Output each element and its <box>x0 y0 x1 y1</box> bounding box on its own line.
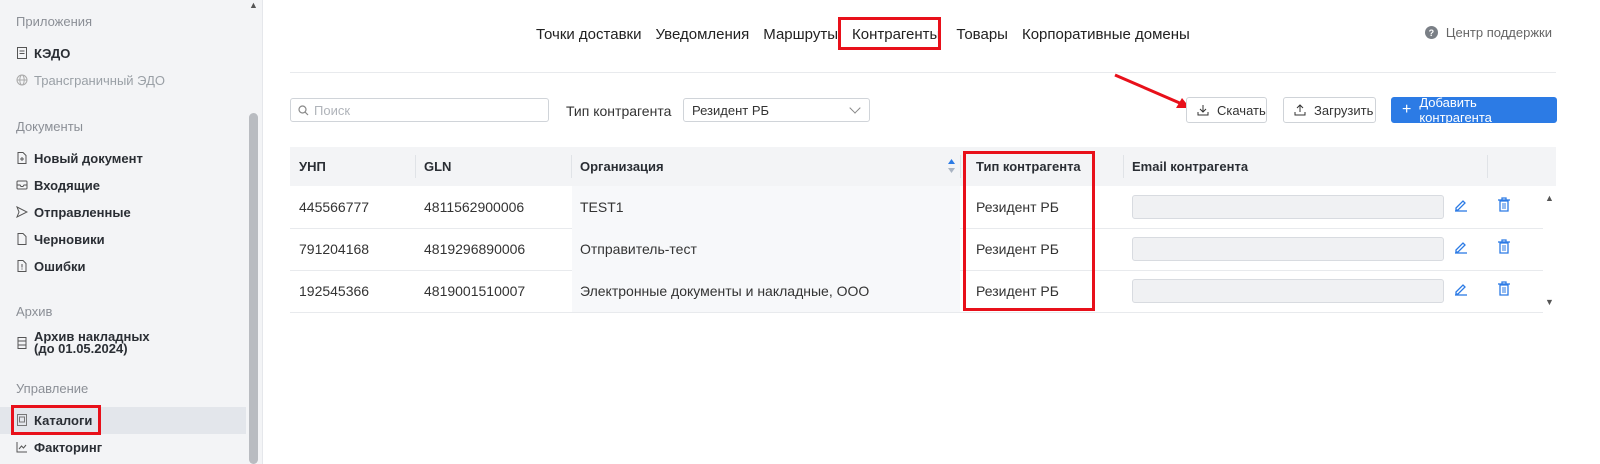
edit-icon[interactable] <box>1454 282 1468 301</box>
table-row[interactable]: 791204168 4819296890006 Отправитель-тест… <box>290 228 1543 271</box>
chart-icon <box>16 441 28 453</box>
column-separator <box>415 155 416 178</box>
cell-unp: 445566777 <box>299 199 370 215</box>
select-value: Резидент РБ <box>692 102 770 118</box>
cell-gln: 4819296890006 <box>424 241 526 257</box>
upload-button[interactable]: Загрузить <box>1283 97 1376 123</box>
chevron-down-icon <box>849 102 861 114</box>
inbox-icon <box>16 179 28 191</box>
upload-label: Загрузить <box>1314 102 1374 118</box>
column-header-organization[interactable]: Организация <box>580 159 664 174</box>
header-divider <box>290 72 1556 73</box>
tab-notifications[interactable]: Уведомления <box>655 24 749 46</box>
sidebar-section-management: Управление <box>16 381 89 396</box>
cell-organization: Отправитель-тест <box>580 241 697 257</box>
email-field[interactable] <box>1132 279 1444 303</box>
search-input[interactable]: Поиск <box>290 98 549 122</box>
cell-gln: 4811562900006 <box>424 199 525 215</box>
highlight-counterparties-tab <box>838 17 941 50</box>
add-counterparty-button[interactable]: + Добавить контрагента <box>1391 95 1557 125</box>
error-document-icon <box>16 260 28 272</box>
sidebar-item-errors[interactable]: Ошибки <box>16 254 85 278</box>
new-document-icon <box>16 152 28 164</box>
sidebar-item-archive[interactable]: Архив накладных (до 01.05.2024) <box>16 330 150 359</box>
delete-icon[interactable] <box>1497 281 1511 301</box>
edit-icon[interactable] <box>1454 240 1468 259</box>
sidebar-item-label: Новый документ <box>34 150 143 166</box>
draft-icon <box>16 233 28 245</box>
sidebar-item-label: Ошибки <box>34 258 86 274</box>
email-field[interactable] <box>1132 195 1444 219</box>
support-link[interactable]: ? Центр поддержки <box>1424 25 1552 40</box>
document-list-icon <box>16 47 28 59</box>
column-separator <box>1487 155 1488 178</box>
sidebar-item-label: Черновики <box>34 231 105 247</box>
table-header: УНП GLN Организация Тип контрагента Emai… <box>290 147 1556 186</box>
delete-icon[interactable] <box>1497 239 1511 259</box>
annotation-arrow <box>1114 73 1190 108</box>
download-icon <box>1197 104 1209 116</box>
tab-delivery-points[interactable]: Точки доставки <box>536 24 641 46</box>
column-header-gln[interactable]: GLN <box>424 159 451 174</box>
globe-icon <box>16 74 28 86</box>
sidebar-item-label-sub: (до 01.05.2024) <box>34 341 128 356</box>
counterparty-type-label: Тип контрагента <box>566 103 672 119</box>
scrollbar-thumb[interactable] <box>249 113 258 464</box>
column-separator <box>960 155 961 178</box>
sidebar-item-kedo[interactable]: КЭДО <box>16 41 70 65</box>
download-label: Скачать <box>1217 102 1266 118</box>
sidebar-item-drafts[interactable]: Черновики <box>16 227 105 251</box>
support-label: Центр поддержки <box>1445 25 1552 40</box>
table-row[interactable]: 445566777 4811562900006 TEST1 Резидент Р… <box>290 186 1543 229</box>
search-placeholder: Поиск <box>314 102 351 118</box>
cell-unp: 791204168 <box>299 241 370 257</box>
column-separator <box>571 155 572 178</box>
download-button[interactable]: Скачать <box>1186 97 1267 123</box>
delete-icon[interactable] <box>1497 197 1511 217</box>
counterparty-type-select[interactable]: Резидент РБ <box>683 98 870 122</box>
cell-organization: Электронные документы и накладные, ООО <box>580 283 870 299</box>
add-counterparty-label: Добавить контрагента <box>1419 95 1492 125</box>
highlight-counterparty-type-column <box>963 151 1095 311</box>
tab-goods[interactable]: Товары <box>956 24 1008 46</box>
sidebar-item-label: Трансграничный ЭДО <box>34 72 165 88</box>
cell-gln: 4819001510007 <box>424 283 526 299</box>
sidebar-item-label: Входящие <box>34 177 100 193</box>
tab-routes[interactable]: Маршруты <box>763 24 838 46</box>
sidebar-item-new-document[interactable]: Новый документ <box>16 146 143 170</box>
search-icon <box>298 104 309 116</box>
sidebar-item-cross-border[interactable]: Трансграничный ЭДО <box>16 68 165 92</box>
upload-icon <box>1294 104 1306 116</box>
sidebar-item-factoring[interactable]: Факторинг <box>16 435 102 459</box>
cell-organization: TEST1 <box>580 199 624 215</box>
archive-icon <box>16 337 28 349</box>
sidebar-section-archive: Архив <box>16 304 53 319</box>
sidebar-item-label: Отправленные <box>34 204 131 220</box>
sidebar-scrollbar[interactable]: ▲ <box>247 0 263 464</box>
table-scroll-down-icon[interactable]: ▼ <box>1545 297 1554 307</box>
table-scroll-up-icon[interactable]: ▲ <box>1545 193 1554 203</box>
email-field[interactable] <box>1132 237 1444 261</box>
sidebar-item-sent[interactable]: Отправленные <box>16 200 131 224</box>
sort-icon[interactable] <box>947 158 956 179</box>
tab-corporate-domains[interactable]: Корпоративные домены <box>1022 24 1190 46</box>
sidebar-item-label: КЭДО <box>34 45 71 61</box>
highlight-catalogs <box>11 405 101 435</box>
question-icon: ? <box>1424 26 1438 39</box>
sidebar-section-apps: Приложения <box>16 14 93 29</box>
column-header-unp[interactable]: УНП <box>299 159 326 174</box>
sidebar-item-label: Факторинг <box>34 439 103 455</box>
plus-icon: + <box>1402 101 1412 118</box>
column-separator <box>1123 155 1124 178</box>
cell-unp: 192545366 <box>299 283 370 299</box>
sidebar-section-documents: Документы <box>16 119 84 134</box>
column-header-email[interactable]: Email контрагента <box>1132 159 1248 174</box>
send-icon <box>16 206 28 218</box>
scroll-up-icon[interactable]: ▲ <box>249 0 258 10</box>
table-row[interactable]: 192545366 4819001510007 Электронные доку… <box>290 270 1543 313</box>
organization-cell-background <box>572 186 960 228</box>
sidebar: Приложения КЭДО Трансграничный ЭДО Докум… <box>0 0 247 464</box>
sidebar-item-incoming[interactable]: Входящие <box>16 173 100 197</box>
edit-icon[interactable] <box>1454 198 1468 217</box>
